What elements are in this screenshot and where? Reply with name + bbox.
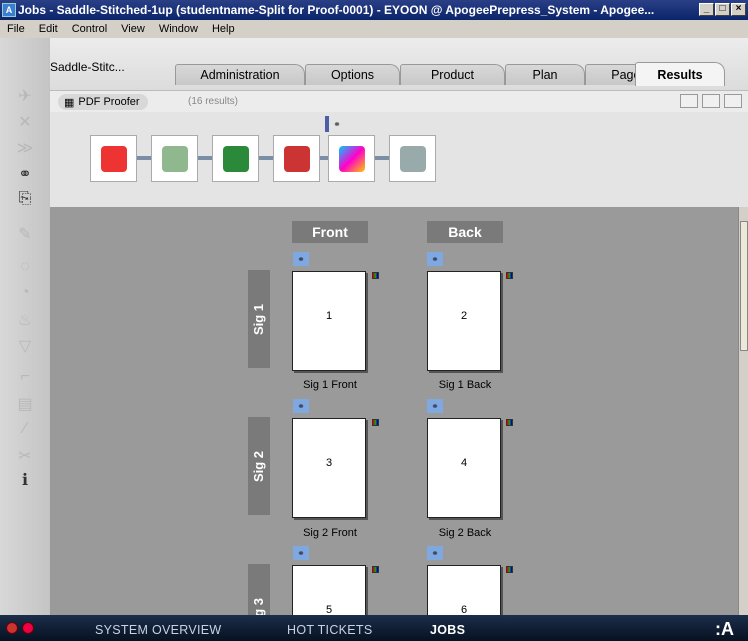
apogee-logo: :A (715, 619, 734, 639)
color-swatch-icon (506, 419, 513, 426)
page-number: 3 (325, 457, 333, 469)
tab-product[interactable]: Product (400, 64, 505, 85)
page-caption: Sig 2 Front (303, 527, 357, 539)
page-caption: Sig 1 Front (303, 379, 357, 391)
vertical-scrollbar[interactable] (738, 207, 748, 615)
menu-bar: File Edit Control View Window Help (0, 20, 748, 38)
workflow-step-pages[interactable] (151, 135, 198, 182)
page-number: 4 (460, 457, 468, 469)
sig-1-label: Sig 1 (248, 270, 270, 368)
sig-2-label: Sig 2 (248, 417, 270, 515)
close-button[interactable]: × (731, 3, 746, 16)
app-icon: A (2, 3, 16, 17)
window-title: Jobs - Saddle-Stitched-1up (studentname-… (18, 3, 655, 17)
sig-3-label: Sig 3 (248, 564, 270, 615)
proofer-bar: ▦ PDF Proofer (16 results) (50, 90, 748, 112)
link-icon[interactable]: ⚭ (293, 252, 309, 266)
workflow-connector (137, 156, 151, 160)
tab-options[interactable]: Options (305, 64, 400, 85)
menu-window[interactable]: Window (152, 23, 205, 35)
status-button[interactable] (22, 622, 34, 634)
workflow-connector (375, 156, 389, 160)
page-thumbnail[interactable]: 3 (292, 418, 366, 518)
tab-results[interactable]: Results (635, 62, 725, 86)
link-icon[interactable]: ⚭ (427, 252, 443, 266)
maximize-button[interactable]: □ (715, 3, 730, 16)
workflow-step-proof[interactable] (273, 135, 320, 182)
results-panel: Front Back Sig 1 ⚭ 1 Sig 1 Front ⚭ 2 Sig… (50, 207, 738, 615)
footer-tab-hot-tickets[interactable]: HOT TICKETS (287, 623, 373, 637)
footer-tab-system-overview[interactable]: SYSTEM OVERVIEW (95, 623, 222, 637)
link-icon: ⚭ (333, 119, 341, 129)
link-icon[interactable]: ⚭ (427, 399, 443, 413)
hand-icon[interactable]: ♨ (14, 310, 36, 330)
front-header: Front (292, 221, 368, 243)
page-number: 5 (325, 604, 333, 615)
proofer-icon: ▦ (64, 96, 75, 109)
page-number: 2 (460, 310, 468, 322)
new-document-icon[interactable]: ⎘ (14, 190, 36, 210)
page-thumbnail[interactable]: 4 (427, 418, 501, 518)
footer-bar: SYSTEM OVERVIEW HOT TICKETS JOBS :A (0, 615, 748, 641)
page-thumbnail[interactable]: 5 (292, 565, 366, 615)
link-icon[interactable]: ⚭ (293, 546, 309, 560)
link-icon[interactable]: ⚭ (293, 399, 309, 413)
menu-view[interactable]: View (114, 23, 152, 35)
workflow-step-output[interactable] (389, 135, 436, 182)
page-thumbnail[interactable]: 6 (427, 565, 501, 615)
pause-icon[interactable]: ◔ (14, 284, 36, 304)
tab-plan[interactable]: Plan (505, 64, 585, 85)
menu-file[interactable]: File (0, 23, 32, 35)
printer-icon[interactable]: ▤ (14, 394, 36, 414)
link-icon[interactable]: ⚭ (14, 164, 36, 184)
info-icon[interactable]: ℹ (14, 470, 36, 490)
menu-edit[interactable]: Edit (32, 23, 65, 35)
page-caption: Sig 2 Back (438, 527, 492, 539)
page-thumbnail[interactable]: 1 (292, 271, 366, 371)
footer-tab-jobs[interactable]: JOBS (430, 623, 465, 637)
grid-view-button[interactable] (724, 94, 742, 108)
page-number: 1 (325, 310, 333, 322)
minimize-button[interactable]: _ (699, 3, 714, 16)
page-number: 6 (460, 604, 468, 615)
color-swatch-icon (372, 566, 379, 573)
results-count: (16 results) (188, 96, 239, 107)
arrow-icon[interactable]: ✈ (14, 86, 36, 106)
alert-button[interactable] (6, 622, 18, 634)
proofer-label: PDF Proofer (78, 96, 140, 108)
menu-control[interactable]: Control (65, 23, 114, 35)
tools-icon[interactable]: ✂ (14, 446, 36, 466)
title-bar: A Jobs - Saddle-Stitched-1up (studentnam… (0, 0, 748, 20)
pen-icon[interactable]: ✎ (14, 224, 36, 244)
pdf-proofer-button[interactable]: ▦ PDF Proofer (58, 94, 148, 110)
workflow-connector (259, 156, 273, 160)
color-swatch-icon (506, 272, 513, 279)
scrollbar-thumb[interactable] (740, 221, 748, 351)
color-swatch-icon (506, 566, 513, 573)
job-name: Saddle-Stitc... (50, 60, 125, 74)
tab-administration[interactable]: Administration (175, 64, 305, 85)
monitor-icon[interactable]: ▽ (14, 336, 36, 356)
link-icon[interactable]: ⚭ (427, 546, 443, 560)
workflow-step-imposition[interactable] (212, 135, 259, 182)
workflow-step-pdf[interactable] (90, 135, 137, 182)
list-view-button[interactable] (702, 94, 720, 108)
workflow-strip: ⚭ (50, 112, 748, 207)
color-swatch-icon (372, 272, 379, 279)
copy-icon[interactable]: ≫ (14, 138, 36, 158)
cut-icon[interactable]: ⌐ (14, 368, 36, 388)
delete-icon[interactable]: ✕ (14, 112, 36, 132)
color-swatch-icon (372, 419, 379, 426)
workflow-connector (198, 156, 212, 160)
back-header: Back (427, 221, 503, 243)
stop-icon[interactable]: ◌ (14, 258, 36, 278)
tab-area: Saddle-Stitc... Administration Options P… (50, 38, 748, 90)
left-toolbar: ✈ ✕ ≫ ⚭ ⎘ ✎ ◌ ◔ ♨ ▽ ⌐ ▤ ⁄ ✂ ℹ (0, 38, 50, 615)
page-thumbnail[interactable]: 2 (427, 271, 501, 371)
workflow-step-color[interactable] (328, 135, 375, 182)
brush-icon[interactable]: ⁄ (14, 420, 36, 440)
page-caption: Sig 1 Back (438, 379, 492, 391)
menu-help[interactable]: Help (205, 23, 242, 35)
flatten-view-button[interactable] (680, 94, 698, 108)
